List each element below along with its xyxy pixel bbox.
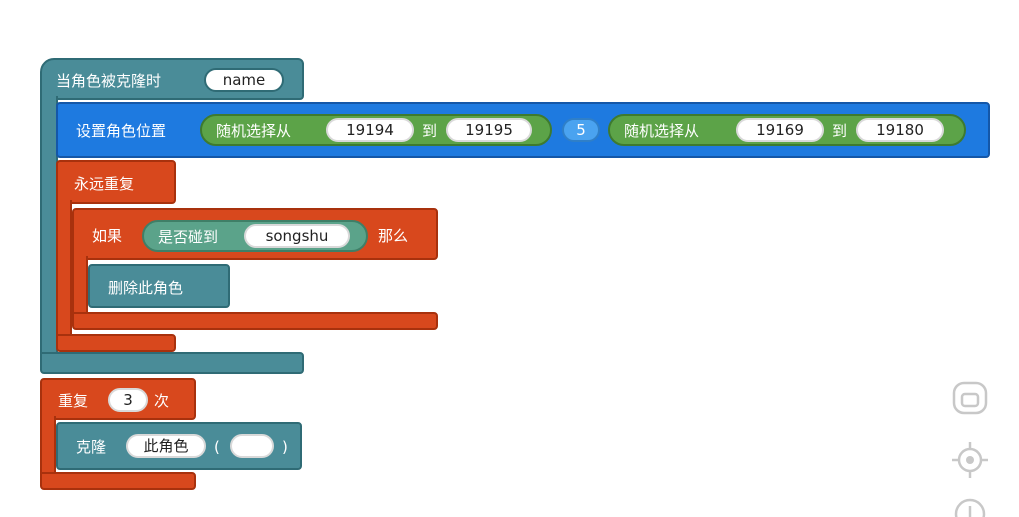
random-to-2[interactable]: 19180 [856,118,944,142]
random-range-1[interactable]: 随机选择从 19194 到 19195 [200,114,552,146]
set-position-block[interactable]: 设置角色位置 随机选择从 19194 到 19195 5 随机选择从 19169… [56,102,990,158]
random-to-label-2: 到 [832,122,848,140]
clone-paren-open: ( [214,438,220,456]
then-label: 那么 [378,227,409,245]
when-cloned-label: 当角色被克隆时 [56,72,162,90]
set-position-label: 设置角色位置 [76,122,167,140]
forever-bottom [56,334,176,352]
repeat-label-pre: 重复 [58,392,89,410]
clone-arg-field[interactable] [230,434,274,458]
clone-target-dropdown[interactable]: 此角色 [126,434,206,458]
repeat-block[interactable]: 重复 3 次 [40,378,196,420]
delete-clone-block[interactable]: 删除此角色 [88,264,230,308]
touching-label: 是否碰到 [158,228,219,246]
random-range-2[interactable]: 随机选择从 19169 到 19180 [608,114,966,146]
repeat-rail [40,416,56,476]
repeat-bottom [40,472,196,490]
random-from-1[interactable]: 19194 [326,118,414,142]
middle-value-field[interactable]: 5 [562,118,600,142]
random-label-2: 随机选择从 [624,122,700,140]
when-cloned-bottom [40,352,304,374]
when-cloned-block[interactable]: 当角色被克隆时 name [40,58,304,100]
touching-block[interactable]: 是否碰到 songshu [142,220,368,252]
random-to-label-1: 到 [422,122,438,140]
forever-label: 永远重复 [74,175,135,193]
random-label-1: 随机选择从 [216,122,292,140]
clone-block[interactable]: 克隆 此角色 ( ) [56,422,302,470]
touching-target-dropdown[interactable]: songshu [244,224,350,248]
if-label: 如果 [92,227,123,245]
if-rail [72,256,88,318]
clone-name-field[interactable]: name [204,68,284,92]
random-to-1[interactable]: 19195 [446,118,532,142]
fit-screen-icon[interactable] [948,380,992,416]
clone-paren-close: ) [282,438,288,456]
random-from-2[interactable]: 19169 [736,118,824,142]
if-block[interactable]: 如果 是否碰到 songshu 那么 [72,208,438,260]
repeat-count-field[interactable]: 3 [108,388,148,412]
zoom-icon[interactable] [948,494,992,517]
forever-block[interactable]: 永远重复 [56,160,176,204]
forever-rail [56,200,72,340]
center-target-icon[interactable] [948,438,992,482]
clone-label: 克隆 [76,438,107,456]
repeat-label-post: 次 [154,392,170,410]
delete-clone-label: 删除此角色 [108,279,184,297]
if-bottom [72,312,438,330]
